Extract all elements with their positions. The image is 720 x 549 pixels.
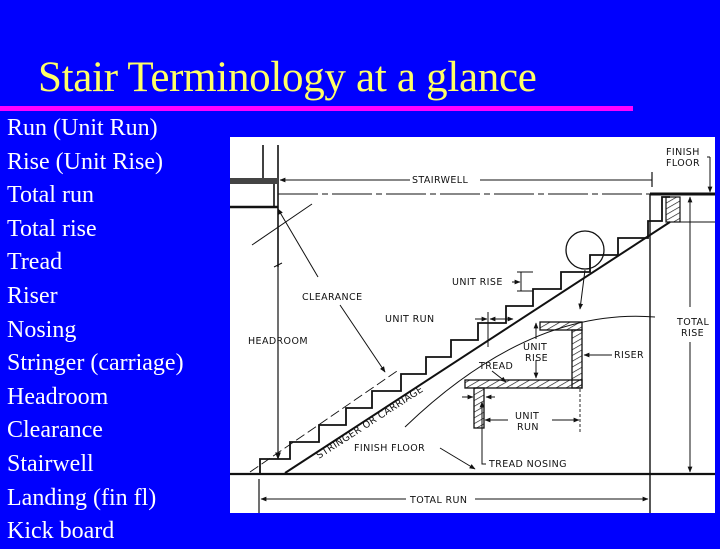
term-item: Stairwell <box>7 450 94 477</box>
label-riser: RISER <box>614 350 644 361</box>
label-stairwell: STAIRWELL <box>412 175 469 186</box>
slide-title: Stair Terminology at a glance <box>38 54 537 101</box>
title-underline <box>0 106 633 111</box>
term-item: Headroom <box>7 383 109 410</box>
term-item: Total run <box>7 182 94 209</box>
detail-riser <box>571 329 583 389</box>
label-detail-unit-run: RUN <box>517 422 539 433</box>
clearance-line <box>277 208 319 278</box>
finish-floor-arrow <box>439 447 476 470</box>
label-clearance: CLEARANCE <box>302 292 362 303</box>
detail-tread <box>464 379 583 389</box>
detail-circle <box>565 230 605 270</box>
term-item: Riser <box>7 282 58 309</box>
label-tread-nosing: TREAD NOSING <box>488 459 567 470</box>
label-finish-floor-top: FINISH <box>666 147 700 158</box>
label-total-rise: TOTAL <box>676 317 709 328</box>
label-detail-unit-run: UNIT <box>515 411 539 422</box>
terminology-list: Run (Unit Run) Rise (Unit Rise) Total ru… <box>7 112 184 549</box>
term-item: Landing (fin fl) <box>7 484 157 511</box>
stair-profile <box>259 196 670 473</box>
label-finish-floor-top: FLOOR <box>666 158 700 169</box>
term-item: Tread <box>7 249 63 276</box>
label-tread: TREAD <box>478 361 513 372</box>
term-item: Total rise <box>7 215 97 242</box>
term-item: Run (Unit Run) <box>7 115 158 141</box>
detail-upper-tread <box>539 321 583 331</box>
label-headroom: HEADROOM <box>248 336 308 347</box>
label-detail-unit-rise: RISE <box>525 353 548 364</box>
label-detail-unit-rise: UNIT <box>523 342 547 353</box>
term-item: Rise (Unit Rise) <box>7 148 163 175</box>
label-unit-rise: UNIT RISE <box>452 277 503 288</box>
kick-board <box>665 196 681 223</box>
term-item: Stringer (carriage) <box>7 350 184 377</box>
term-item: Kick board <box>7 518 115 545</box>
nosing-line <box>251 203 313 246</box>
upper-floor-joist <box>230 178 278 184</box>
label-unit-run: UNIT RUN <box>385 314 435 325</box>
stair-diagram-drawing: STAIRWELL FINISH FLOOR CLEARANCE UNIT RI… <box>230 145 715 513</box>
detail-leader <box>578 269 586 310</box>
label-total-run: TOTAL RUN <box>409 495 467 506</box>
term-item: Nosing <box>7 316 77 343</box>
label-total-rise: RISE <box>681 328 704 339</box>
label-finish-floor-bottom: FINISH FLOOR <box>354 443 425 454</box>
clearance-line <box>339 304 386 373</box>
term-item: Clearance <box>7 417 103 444</box>
stair-diagram: STAIRWELL FINISH FLOOR CLEARANCE UNIT RI… <box>230 137 715 513</box>
